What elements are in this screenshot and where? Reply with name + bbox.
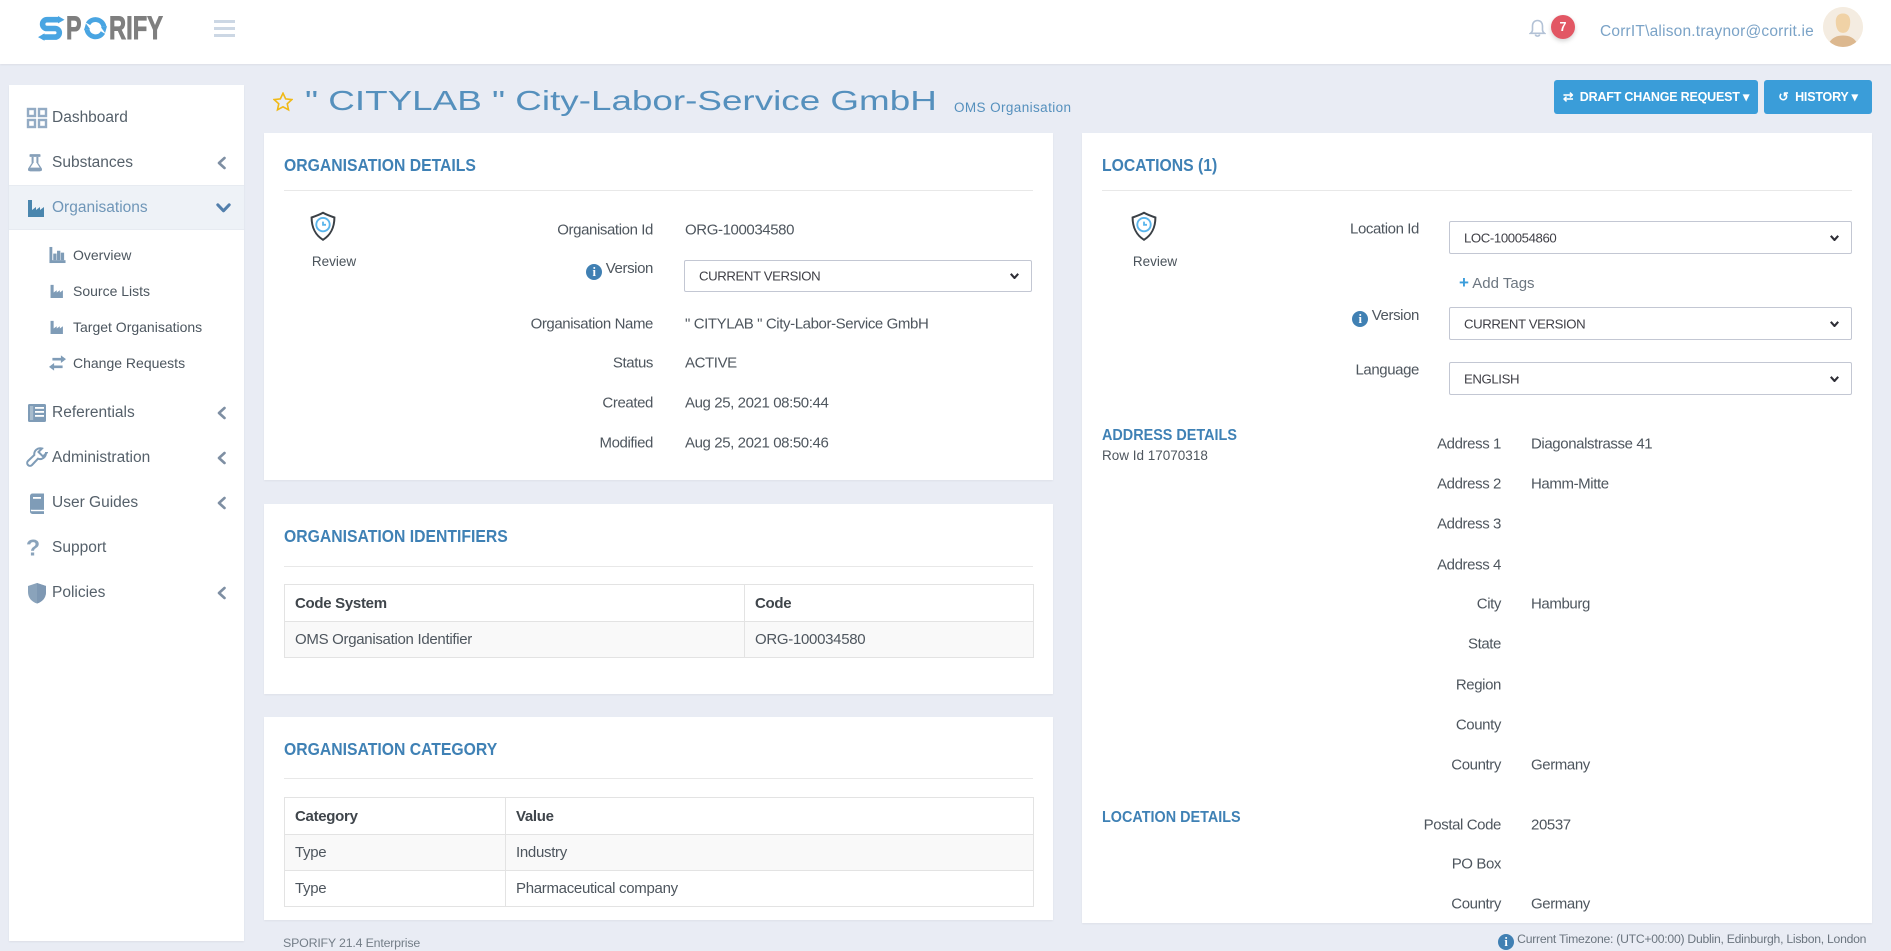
svg-text:P: P (66, 13, 82, 43)
svg-text:RIFY: RIFY (109, 13, 163, 43)
